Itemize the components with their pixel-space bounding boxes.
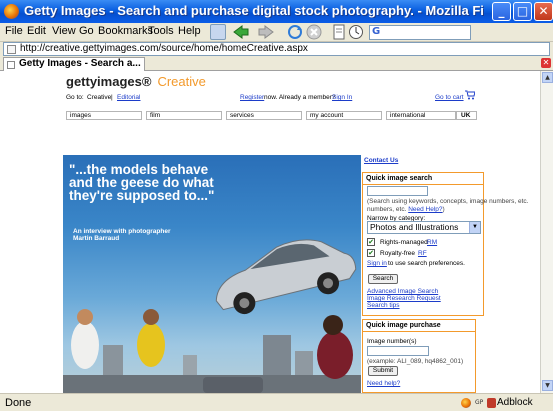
status-firefox-icon — [461, 398, 471, 408]
register-text: now. Already a member? — [264, 94, 336, 101]
logo-creative: Creative — [157, 74, 206, 89]
menu-tools[interactable]: Tools — [148, 25, 174, 37]
tab-label: Getty Images - Search a... — [19, 58, 141, 69]
page-viewport: gettyimages® Creative Go to: Creative | E… — [0, 71, 540, 393]
forward-icon[interactable] — [258, 24, 274, 40]
tab-getty-images[interactable]: Getty Images - Search a... — [3, 57, 145, 71]
scroll-down-icon[interactable]: ▼ — [542, 380, 553, 391]
search-tips-link[interactable]: Search tips — [367, 302, 400, 309]
window-title: Getty Images - Search and purchase digit… — [24, 3, 484, 18]
editorial-link[interactable]: Editorial — [117, 94, 140, 101]
hero-subtitle: An interview with photographer Martin Ba… — [73, 228, 171, 242]
close-window-button[interactable]: ✕ — [534, 2, 553, 21]
search-button[interactable]: Search — [368, 274, 398, 284]
royalty-free-checkbox[interactable]: ✔ — [367, 249, 375, 257]
mail-icon[interactable] — [210, 24, 226, 40]
tab-strip: Getty Images - Search a... ✕ — [0, 57, 553, 71]
url-text: http://creative.gettyimages.com/source/h… — [20, 43, 308, 54]
vertical-scrollbar[interactable]: ▲ ▼ — [540, 71, 553, 393]
menu-bar: File Edit View Go Bookmarks Tools Help G — [0, 23, 553, 42]
quick-search-heading: Quick image search — [363, 173, 483, 185]
royalty-free-label: Royalty-free — [380, 250, 416, 257]
image-number-example: (example: ALI_089, hq4862_001) — [367, 358, 464, 365]
reload-icon[interactable] — [287, 24, 303, 40]
keyword-search-input[interactable] — [367, 186, 428, 196]
close-tab-icon[interactable]: ✕ — [541, 58, 551, 68]
search-hint: (Search using keywords, concepts, image … — [367, 198, 529, 205]
scroll-up-icon[interactable]: ▲ — [542, 72, 553, 83]
menu-file[interactable]: File — [5, 25, 23, 37]
title-bar: Getty Images - Search and purchase digit… — [0, 0, 553, 23]
image-number-input[interactable] — [367, 346, 429, 356]
go-to-cart-link[interactable]: Go to cart — [435, 94, 464, 101]
sign-in-link[interactable]: Sign In — [332, 94, 352, 101]
image-number-label: Image number(s) — [367, 338, 417, 345]
menu-edit[interactable]: Edit — [27, 25, 46, 37]
nav-my-account[interactable]: my account — [306, 111, 382, 120]
hero-sub-line1: An interview with photographer — [73, 228, 171, 235]
history-icon[interactable] — [348, 24, 364, 40]
maximize-button[interactable]: □ — [513, 2, 532, 21]
quick-purchase-heading: Quick image purchase — [363, 320, 475, 332]
hero-image[interactable]: "...the models behave and the geese do w… — [63, 155, 361, 393]
hero-sub-line2: Martin Barraud — [73, 235, 120, 242]
menu-bookmarks[interactable]: Bookmarks — [98, 25, 153, 37]
url-input[interactable]: http://creative.gettyimages.com/source/h… — [3, 42, 550, 56]
getty-logo[interactable]: gettyimages® Creative — [66, 74, 206, 89]
rights-managed-checkbox[interactable]: ✔ — [367, 238, 375, 246]
gp-indicator: GP — [475, 399, 484, 406]
advanced-image-search-link[interactable]: Advanced Image Search — [367, 288, 438, 295]
adblock-icon[interactable] — [487, 398, 496, 408]
chevron-down-icon[interactable]: ▼ — [469, 222, 480, 233]
nav-region-uk[interactable]: UK — [456, 111, 477, 120]
status-bar: Done GP Adblock — [0, 393, 553, 411]
status-text: Done — [5, 397, 32, 409]
nav-film[interactable]: film — [146, 111, 222, 120]
search-field[interactable]: G — [369, 25, 471, 40]
goto-label: Go to: — [66, 94, 84, 101]
submit-button[interactable]: Submit — [368, 366, 398, 376]
nav-images[interactable]: images — [66, 111, 142, 120]
image-research-request-link[interactable]: Image Research Request — [367, 295, 441, 302]
rf-link[interactable]: RF — [418, 250, 427, 257]
minimize-button[interactable]: _ — [492, 2, 511, 21]
logo-main: gettyimages® — [66, 74, 152, 89]
back-icon[interactable] — [233, 24, 249, 40]
address-bar: http://creative.gettyimages.com/source/h… — [0, 42, 553, 57]
need-help-link[interactable]: Need Help? — [408, 206, 442, 213]
category-select[interactable]: Photos and Illustrations ▼ — [367, 221, 481, 234]
hero-quote: "...the models behave and the geese do w… — [69, 162, 215, 203]
menu-go[interactable]: Go — [79, 25, 94, 37]
register-link[interactable]: Register — [240, 94, 264, 101]
purchase-need-help-link[interactable]: Need help? — [367, 380, 400, 387]
menu-view[interactable]: View — [52, 25, 76, 37]
tab-favicon-icon — [7, 61, 15, 69]
page-icon[interactable] — [331, 24, 347, 40]
google-icon: G — [372, 26, 381, 37]
rights-managed-label: Rights-managed — [380, 239, 428, 246]
sign-in-preferences-text: to use search preferences. — [388, 260, 465, 267]
menu-help[interactable]: Help — [178, 25, 201, 37]
goto-separator: | — [111, 94, 113, 101]
contact-us-link[interactable]: Contact Us — [364, 157, 398, 164]
firefox-icon — [4, 4, 19, 19]
stop-icon[interactable] — [306, 24, 322, 40]
cart-icon[interactable] — [465, 90, 476, 100]
sign-in-preferences-link[interactable]: Sign in — [367, 260, 387, 267]
search-hint-line2: numbers, etc. Need Help?) — [367, 206, 445, 213]
adblock-label[interactable]: Adblock — [497, 397, 533, 408]
nav-services[interactable]: services — [226, 111, 302, 120]
rm-link[interactable]: RM — [427, 239, 437, 246]
goto-creative: Creative — [87, 94, 112, 101]
nav-international[interactable]: international — [386, 111, 456, 120]
site-favicon-icon — [7, 45, 16, 54]
category-select-value: Photos and Illustrations — [370, 222, 459, 232]
